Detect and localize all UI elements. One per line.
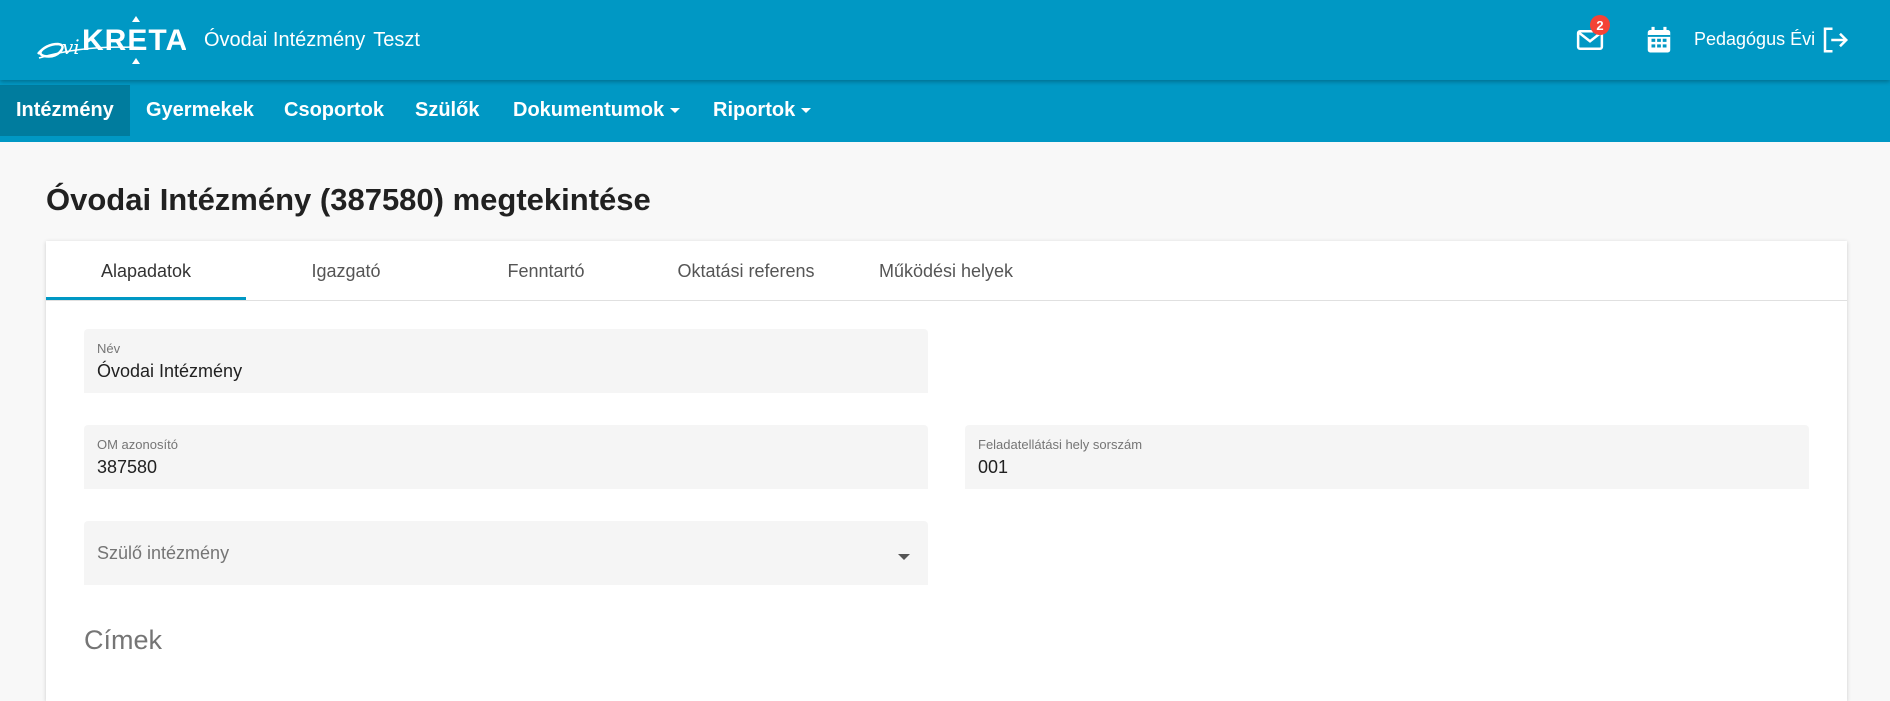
svg-text:vi: vi: [62, 35, 80, 59]
app-header: vi KRETA Óvodai IntézményTeszt 2 Pedagó: [0, 0, 1890, 80]
om-azonosito-field[interactable]: OM azonosító 387580: [84, 425, 928, 489]
tab-label: Igazgató: [311, 260, 381, 281]
tab-bar: Alapadatok Igazgató Fenntartó Oktatási r…: [46, 241, 1847, 301]
logo-graphic: vi KRETA: [37, 16, 187, 64]
caret-down-icon: [670, 108, 681, 113]
nav-item-szulok[interactable]: Szülők: [415, 85, 479, 136]
nav-item-label: Riportok: [713, 99, 796, 121]
nav-item-riportok[interactable]: Riportok: [713, 85, 812, 136]
ovikreta-logo[interactable]: vi KRETA: [36, 14, 187, 66]
nav-item-intezmeny[interactable]: Intézmény: [0, 85, 130, 136]
tab-mukodesi-helyek[interactable]: Működési helyek: [846, 241, 1046, 301]
tab-alapadatok[interactable]: Alapadatok: [46, 241, 246, 301]
unread-messages-badge: 2: [1590, 15, 1610, 35]
nev-value: Óvodai Intézmény: [97, 361, 243, 381]
om-azonosito-value: 387580: [97, 457, 158, 477]
logout-icon-graphic: [1823, 27, 1849, 53]
page-title: Óvodai Intézmény (387580) megtekintése: [46, 182, 651, 217]
nav-item-label: Gyermekek: [146, 99, 254, 121]
main-nav: Intézmény Gyermekek Csoportok Szülők Dok…: [0, 80, 1890, 142]
tab-fenntarto[interactable]: Fenntartó: [446, 241, 646, 301]
nav-item-label: Szülők: [415, 99, 480, 121]
tab-label: Fenntartó: [507, 260, 585, 281]
details-card: Alapadatok Igazgató Fenntartó Oktatási r…: [46, 241, 1847, 701]
nav-item-label: Csoportok: [284, 99, 384, 121]
tab-oktatasi-referens[interactable]: Oktatási referens: [646, 241, 846, 301]
active-tab-indicator: [46, 297, 246, 300]
nav-item-label: Dokumentumok: [513, 99, 665, 121]
dropdown-arrow-icon: [898, 554, 910, 560]
szulo-intezmeny-select[interactable]: Szülő intézmény: [84, 521, 928, 585]
calendar-icon-graphic: [1647, 26, 1671, 53]
logout-icon[interactable]: [1819, 24, 1851, 56]
cimek-section-title: Címek: [84, 625, 163, 655]
tab-label: Oktatási referens: [677, 260, 815, 281]
szulo-intezmeny-placeholder: Szülő intézmény: [97, 543, 230, 563]
caret-down-icon: [801, 108, 812, 113]
svg-text:KRETA: KRETA: [82, 24, 186, 57]
tab-igazgato[interactable]: Igazgató: [246, 241, 446, 301]
feladatellatasi-hely-label: Feladatellátási hely sorszám: [978, 437, 1143, 452]
feladatellatasi-hely-field[interactable]: Feladatellátási hely sorszám 001: [965, 425, 1809, 489]
nav-item-gyermekek[interactable]: Gyermekek: [146, 85, 254, 136]
school-name-suffix: Teszt: [373, 29, 420, 51]
nav-item-label: Intézmény: [16, 99, 114, 121]
feladatellatasi-hely-value: 001: [978, 457, 1009, 477]
nev-label: Név: [97, 341, 121, 356]
user-name[interactable]: Pedagógus Évi: [1694, 29, 1815, 50]
tab-label: Alapadatok: [100, 260, 192, 281]
school-name-text: Óvodai Intézmény: [204, 29, 366, 51]
school-name: Óvodai Intézmény Teszt: [204, 29, 428, 52]
calendar-icon[interactable]: [1643, 24, 1675, 56]
nev-field[interactable]: Név Óvodai Intézmény: [84, 329, 928, 393]
nav-item-csoportok[interactable]: Csoportok: [284, 85, 384, 136]
om-azonosito-label: OM azonosító: [97, 437, 178, 452]
nav-item-dokumentumok[interactable]: Dokumentumok: [513, 85, 681, 136]
tab-label: Működési helyek: [878, 260, 1014, 281]
